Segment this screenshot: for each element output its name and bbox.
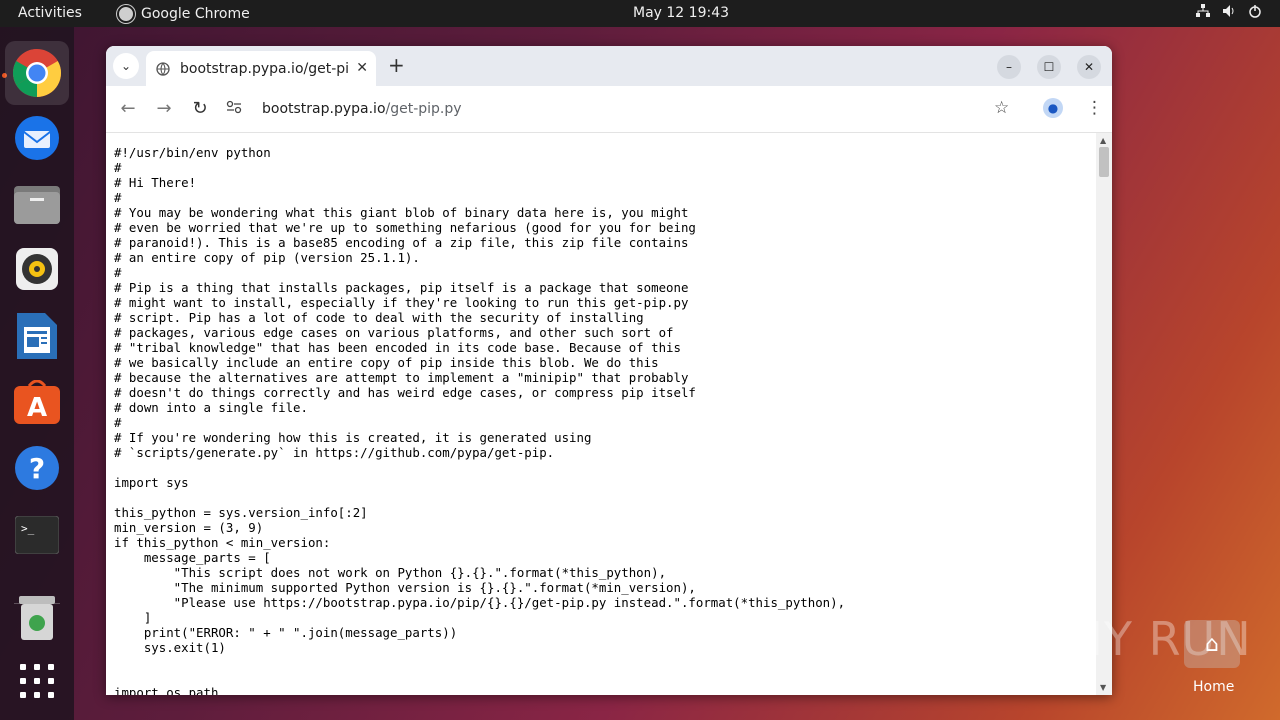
new-tab-button[interactable]: + bbox=[388, 55, 405, 75]
trash-icon bbox=[19, 596, 55, 640]
back-button[interactable]: ← bbox=[117, 98, 139, 119]
tab-close-icon[interactable]: ✕ bbox=[356, 60, 368, 76]
files-icon bbox=[14, 186, 60, 224]
ubuntu-software-icon: A bbox=[14, 380, 60, 424]
dock-trash[interactable] bbox=[5, 586, 69, 650]
profile-avatar-icon: ● bbox=[1043, 98, 1063, 118]
show-applications-button[interactable] bbox=[5, 649, 69, 713]
terminal-icon: >_ bbox=[15, 516, 59, 554]
url-path: /get-pip.py bbox=[385, 101, 462, 117]
scroll-up-icon[interactable]: ▲ bbox=[1100, 136, 1106, 145]
more-menu-icon[interactable]: ⋮ bbox=[1086, 98, 1103, 118]
dock-software[interactable]: A bbox=[5, 370, 69, 434]
app-menu[interactable]: Google Chrome bbox=[117, 5, 250, 23]
profile-button[interactable]: ● bbox=[1043, 98, 1063, 118]
toolbar: ← → ↻ bootstrap.pypa.io/get-pip.py ☆ ● ⋮ bbox=[106, 86, 1112, 133]
power-icon bbox=[1248, 4, 1262, 22]
rhythmbox-icon bbox=[16, 248, 58, 290]
scroll-down-icon[interactable]: ▼ bbox=[1100, 683, 1106, 692]
app-grid-icon bbox=[20, 664, 54, 698]
close-icon: ✕ bbox=[1083, 60, 1095, 74]
svg-text:>_: >_ bbox=[21, 522, 35, 535]
address-bar[interactable]: bootstrap.pypa.io/get-pip.py bbox=[224, 93, 1024, 125]
scrollbar-thumb[interactable] bbox=[1099, 147, 1109, 177]
network-icon bbox=[1196, 4, 1210, 22]
dock: A ? >_ bbox=[0, 27, 74, 720]
minimize-icon: – bbox=[1006, 60, 1012, 74]
arrow-left-icon: ← bbox=[120, 98, 136, 119]
tab-strip: ⌄ bootstrap.pypa.io/get-pi ✕ + – ☐ ✕ bbox=[106, 46, 1112, 86]
bookmark-star-icon[interactable]: ☆ bbox=[994, 98, 1009, 118]
app-name-label: Google Chrome bbox=[141, 6, 250, 22]
activities-button[interactable]: Activities bbox=[18, 5, 82, 21]
reload-icon: ↻ bbox=[192, 98, 208, 119]
system-tray[interactable] bbox=[1196, 4, 1262, 22]
close-window-button[interactable]: ✕ bbox=[1077, 55, 1101, 79]
chevron-down-icon: ⌄ bbox=[120, 59, 132, 73]
dock-files[interactable] bbox=[5, 171, 69, 235]
help-icon: ? bbox=[15, 446, 59, 490]
source-code-text: #!/usr/bin/env python # # Hi There! # # … bbox=[114, 145, 846, 695]
volume-icon bbox=[1222, 4, 1236, 22]
thunderbird-icon bbox=[15, 116, 59, 160]
top-bar: Activities Google Chrome May 12 19:43 bbox=[0, 0, 1280, 27]
url-host: bootstrap.pypa.io bbox=[262, 101, 386, 117]
site-info-icon[interactable] bbox=[224, 100, 244, 118]
libreoffice-writer-icon bbox=[17, 313, 57, 359]
home-folder-icon[interactable]: ⌂ bbox=[1184, 620, 1240, 668]
svg-text:A: A bbox=[27, 393, 47, 423]
forward-button[interactable]: → bbox=[153, 98, 175, 119]
tab-title: bootstrap.pypa.io/get-pi bbox=[180, 60, 350, 77]
chrome-window: ⌄ bootstrap.pypa.io/get-pi ✕ + – ☐ ✕ ← →… bbox=[106, 46, 1112, 695]
vertical-scrollbar[interactable]: ▲ ▼ bbox=[1096, 133, 1112, 695]
clock[interactable]: May 12 19:43 bbox=[633, 5, 729, 21]
dock-chrome[interactable] bbox=[5, 41, 69, 105]
chrome-icon bbox=[117, 5, 135, 23]
globe-icon bbox=[156, 61, 170, 76]
minimize-button[interactable]: – bbox=[997, 55, 1021, 79]
page-content: #!/usr/bin/env python # # Hi There! # # … bbox=[106, 133, 1096, 695]
arrow-right-icon: → bbox=[156, 98, 172, 119]
dock-terminal[interactable]: >_ bbox=[5, 503, 69, 567]
maximize-icon: ☐ bbox=[1043, 60, 1055, 74]
chrome-icon bbox=[12, 48, 62, 98]
active-tab[interactable]: bootstrap.pypa.io/get-pi ✕ bbox=[146, 51, 376, 86]
maximize-button[interactable]: ☐ bbox=[1037, 55, 1061, 79]
home-folder-label: Home bbox=[1193, 679, 1235, 695]
dock-writer[interactable] bbox=[5, 304, 69, 368]
dock-rhythmbox[interactable] bbox=[5, 237, 69, 301]
dock-help[interactable]: ? bbox=[5, 436, 69, 500]
svg-text:?: ? bbox=[29, 452, 45, 485]
dock-thunderbird[interactable] bbox=[5, 105, 69, 169]
reload-button[interactable]: ↻ bbox=[189, 98, 211, 119]
tab-search-button[interactable]: ⌄ bbox=[113, 53, 139, 79]
